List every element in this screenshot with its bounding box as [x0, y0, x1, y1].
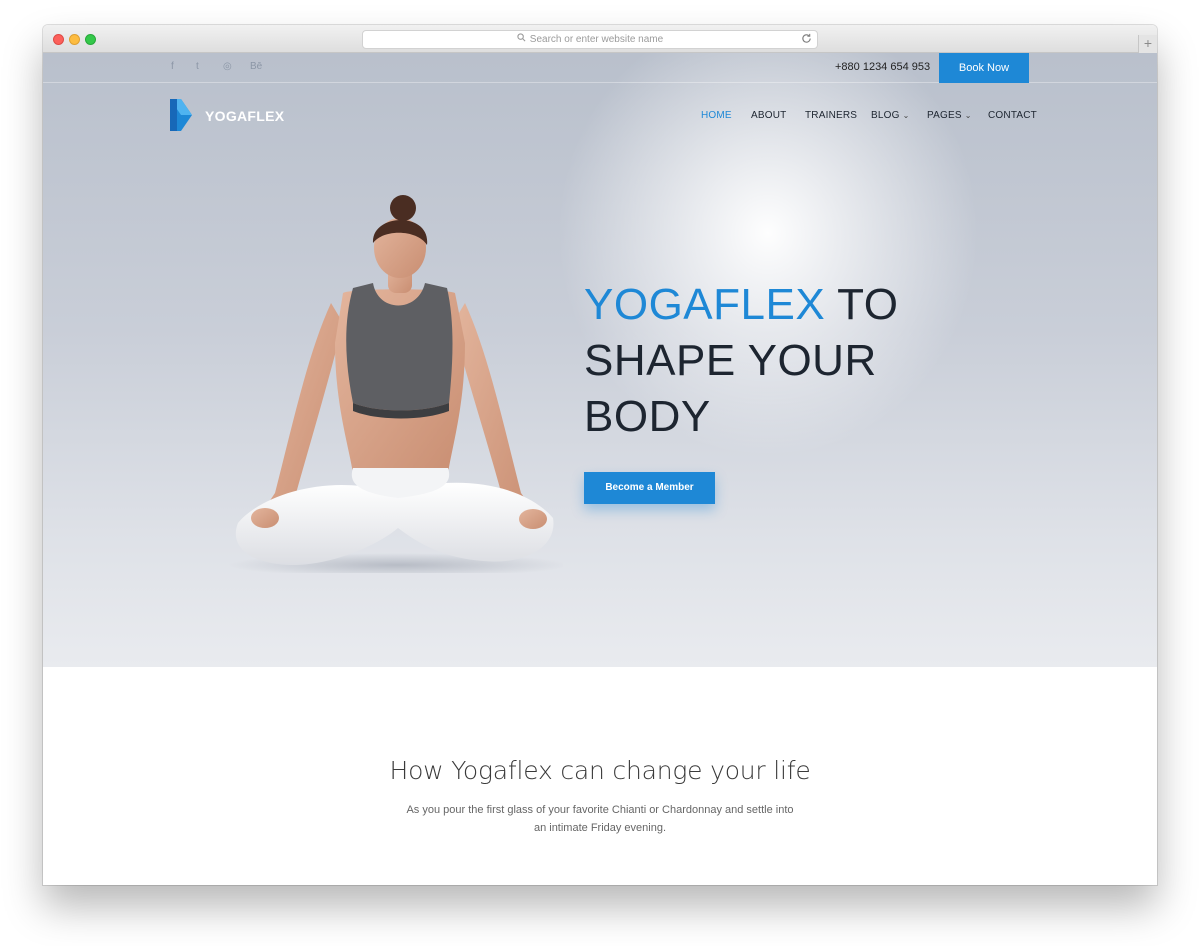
phone-number: +880 1234 654 953: [835, 61, 931, 73]
headline-line-2: SHAPE YOUR: [584, 336, 877, 385]
nav-blog[interactable]: BLOG ⌄: [871, 110, 910, 121]
nav-pages-label: PAGES: [927, 110, 962, 121]
nav-pages[interactable]: PAGES ⌄: [927, 110, 972, 121]
nav-trainers[interactable]: TRAINERS: [805, 110, 857, 121]
address-placeholder: Search or enter website name: [529, 34, 664, 46]
hero-section: f t ◎ Bē +880 1234 654 953 Book Now YOGA…: [43, 53, 1157, 667]
chevron-down-icon: ⌄: [964, 111, 972, 120]
browser-window: Search or enter website name + f t ◎ Bē …: [43, 25, 1157, 885]
logo-icon[interactable]: [170, 99, 192, 131]
facebook-icon[interactable]: f: [171, 61, 174, 72]
close-window-button[interactable]: [53, 34, 64, 45]
nav-blog-label: BLOG: [871, 110, 900, 121]
section-title: How Yogaflex can change your life: [389, 756, 811, 785]
chevron-down-icon: ⌄: [902, 111, 910, 120]
section-description-line-1: As you pour the first glass of your favo…: [406, 804, 794, 816]
headline-accent: YOGAFLEX: [584, 280, 826, 329]
brand-name[interactable]: YOGAFLEX: [205, 108, 284, 124]
become-member-button[interactable]: Become a Member: [584, 472, 715, 504]
section-description-line-2: an intimate Friday evening.: [533, 822, 667, 834]
behance-icon[interactable]: Bē: [250, 61, 262, 72]
twitter-icon[interactable]: t: [196, 61, 199, 72]
book-now-button[interactable]: Book Now: [939, 53, 1029, 83]
yoga-woman-image: [228, 195, 563, 573]
new-tab-button[interactable]: +: [1138, 35, 1157, 53]
nav-contact[interactable]: CONTACT: [988, 110, 1037, 121]
address-bar[interactable]: Search or enter website name: [362, 30, 818, 49]
maximize-window-button[interactable]: [85, 34, 96, 45]
nav-home[interactable]: HOME: [701, 110, 732, 121]
dribbble-icon[interactable]: ◎: [223, 61, 232, 72]
section-description: As you pour the first glass of your favo…: [400, 801, 800, 837]
search-icon: [517, 31, 526, 48]
minimize-window-button[interactable]: [69, 34, 80, 45]
hero-headline: YOGAFLEX TO SHAPE YOUR BODY: [584, 277, 898, 445]
top-bar: f t ◎ Bē +880 1234 654 953 Book Now: [43, 53, 1157, 83]
headline-line-3: BODY: [584, 392, 711, 441]
headline-line-1: TO: [825, 280, 899, 329]
reload-icon[interactable]: [800, 33, 812, 45]
nav-about[interactable]: ABOUT: [751, 110, 786, 121]
browser-chrome: Search or enter website name +: [43, 25, 1157, 53]
